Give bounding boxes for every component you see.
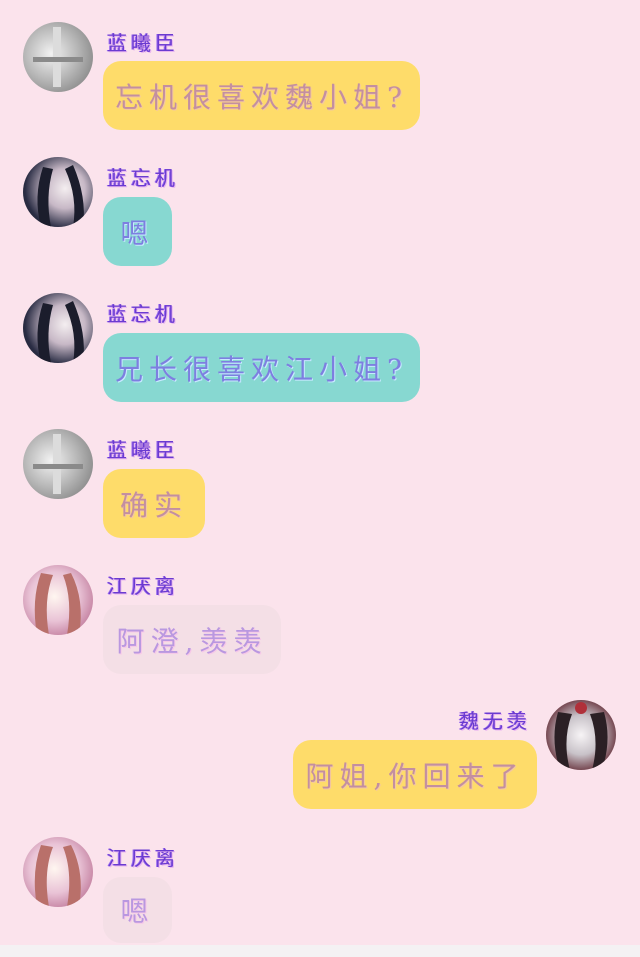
message-bubble[interactable]: 确实	[103, 469, 205, 538]
sender-name: 江厌离	[107, 846, 179, 870]
message-bubble[interactable]: 嗯	[103, 877, 172, 943]
sender-name: 蓝忘机	[107, 302, 179, 326]
avatar[interactable]	[546, 700, 616, 770]
avatar[interactable]	[23, 22, 93, 92]
sender-name: 江厌离	[107, 574, 179, 598]
sender-name: 蓝忘机	[107, 166, 179, 190]
message-bubble[interactable]: 忘机很喜欢魏小姐?	[103, 61, 420, 130]
avatar[interactable]	[23, 429, 93, 499]
avatar[interactable]	[23, 293, 93, 363]
message-bubble[interactable]: 阿澄,羡羡	[103, 605, 281, 674]
message-bubble[interactable]: 兄长很喜欢江小姐?	[103, 333, 420, 402]
chat-thread: 蓝曦臣 忘机很喜欢魏小姐? 蓝忘机 嗯 蓝忘机 兄长很喜欢江小姐? 蓝曦臣 确实…	[0, 0, 640, 957]
avatar[interactable]	[23, 157, 93, 227]
avatar[interactable]	[23, 837, 93, 907]
sender-name: 魏无羡	[459, 709, 531, 733]
bottom-edge	[0, 945, 640, 957]
message-bubble[interactable]: 嗯	[103, 197, 172, 266]
sender-name: 蓝曦臣	[107, 31, 179, 55]
avatar[interactable]	[23, 565, 93, 635]
sender-name: 蓝曦臣	[107, 438, 179, 462]
message-bubble[interactable]: 阿姐,你回来了	[293, 740, 537, 809]
